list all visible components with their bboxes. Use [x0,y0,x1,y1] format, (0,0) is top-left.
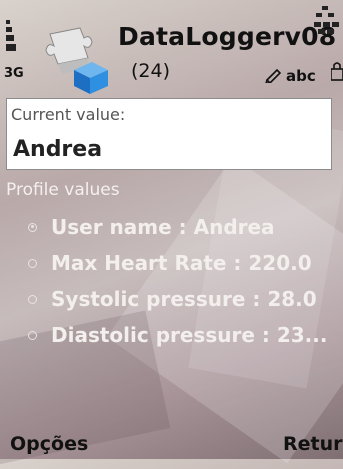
signal-strength-icon [6,20,16,66]
app-title: DataLoggerv08 [118,22,337,51]
list-item-label: Diastolic pressure : 23... [51,323,328,347]
radio-button-selected-icon[interactable] [28,222,37,232]
network-transfer-icon [312,4,340,38]
current-value-box: Current value: Andrea [6,98,332,170]
list-item-user-name[interactable]: User name : Andrea [28,210,343,244]
pen-input-icon [265,67,285,85]
title-pane: 3G DataLoggerv08 (24) abc [0,0,343,96]
current-value-text: Andrea [13,137,103,162]
puzzle-cube-icon [44,24,114,96]
radio-button-icon[interactable] [28,330,37,340]
list-item-label: User name : Andrea [51,215,275,239]
list-item-systolic-pressure[interactable]: Systolic pressure : 28.0 [28,282,343,316]
network-type-label: 3G [4,66,24,81]
list-item-diastolic-pressure[interactable]: Diastolic pressure : 23... [28,318,343,352]
radio-button-icon[interactable] [28,294,37,304]
list-item-label: Max Heart Rate : 220.0 [51,251,312,275]
list-item-label: Systolic pressure : 28.0 [51,287,317,311]
options-softkey[interactable]: Opções [10,433,88,455]
lock-icon [330,60,343,82]
softkey-bar: Opções Return [0,419,343,459]
item-count: (24) [131,60,171,82]
current-value-label: Current value: [11,105,126,124]
input-mode-indicator: abc [286,67,316,85]
return-softkey[interactable]: Return [283,433,343,455]
profile-values-heading: Profile values [6,180,120,200]
list-item-max-heart-rate[interactable]: Max Heart Rate : 220.0 [28,246,343,280]
radio-button-icon[interactable] [28,258,37,268]
